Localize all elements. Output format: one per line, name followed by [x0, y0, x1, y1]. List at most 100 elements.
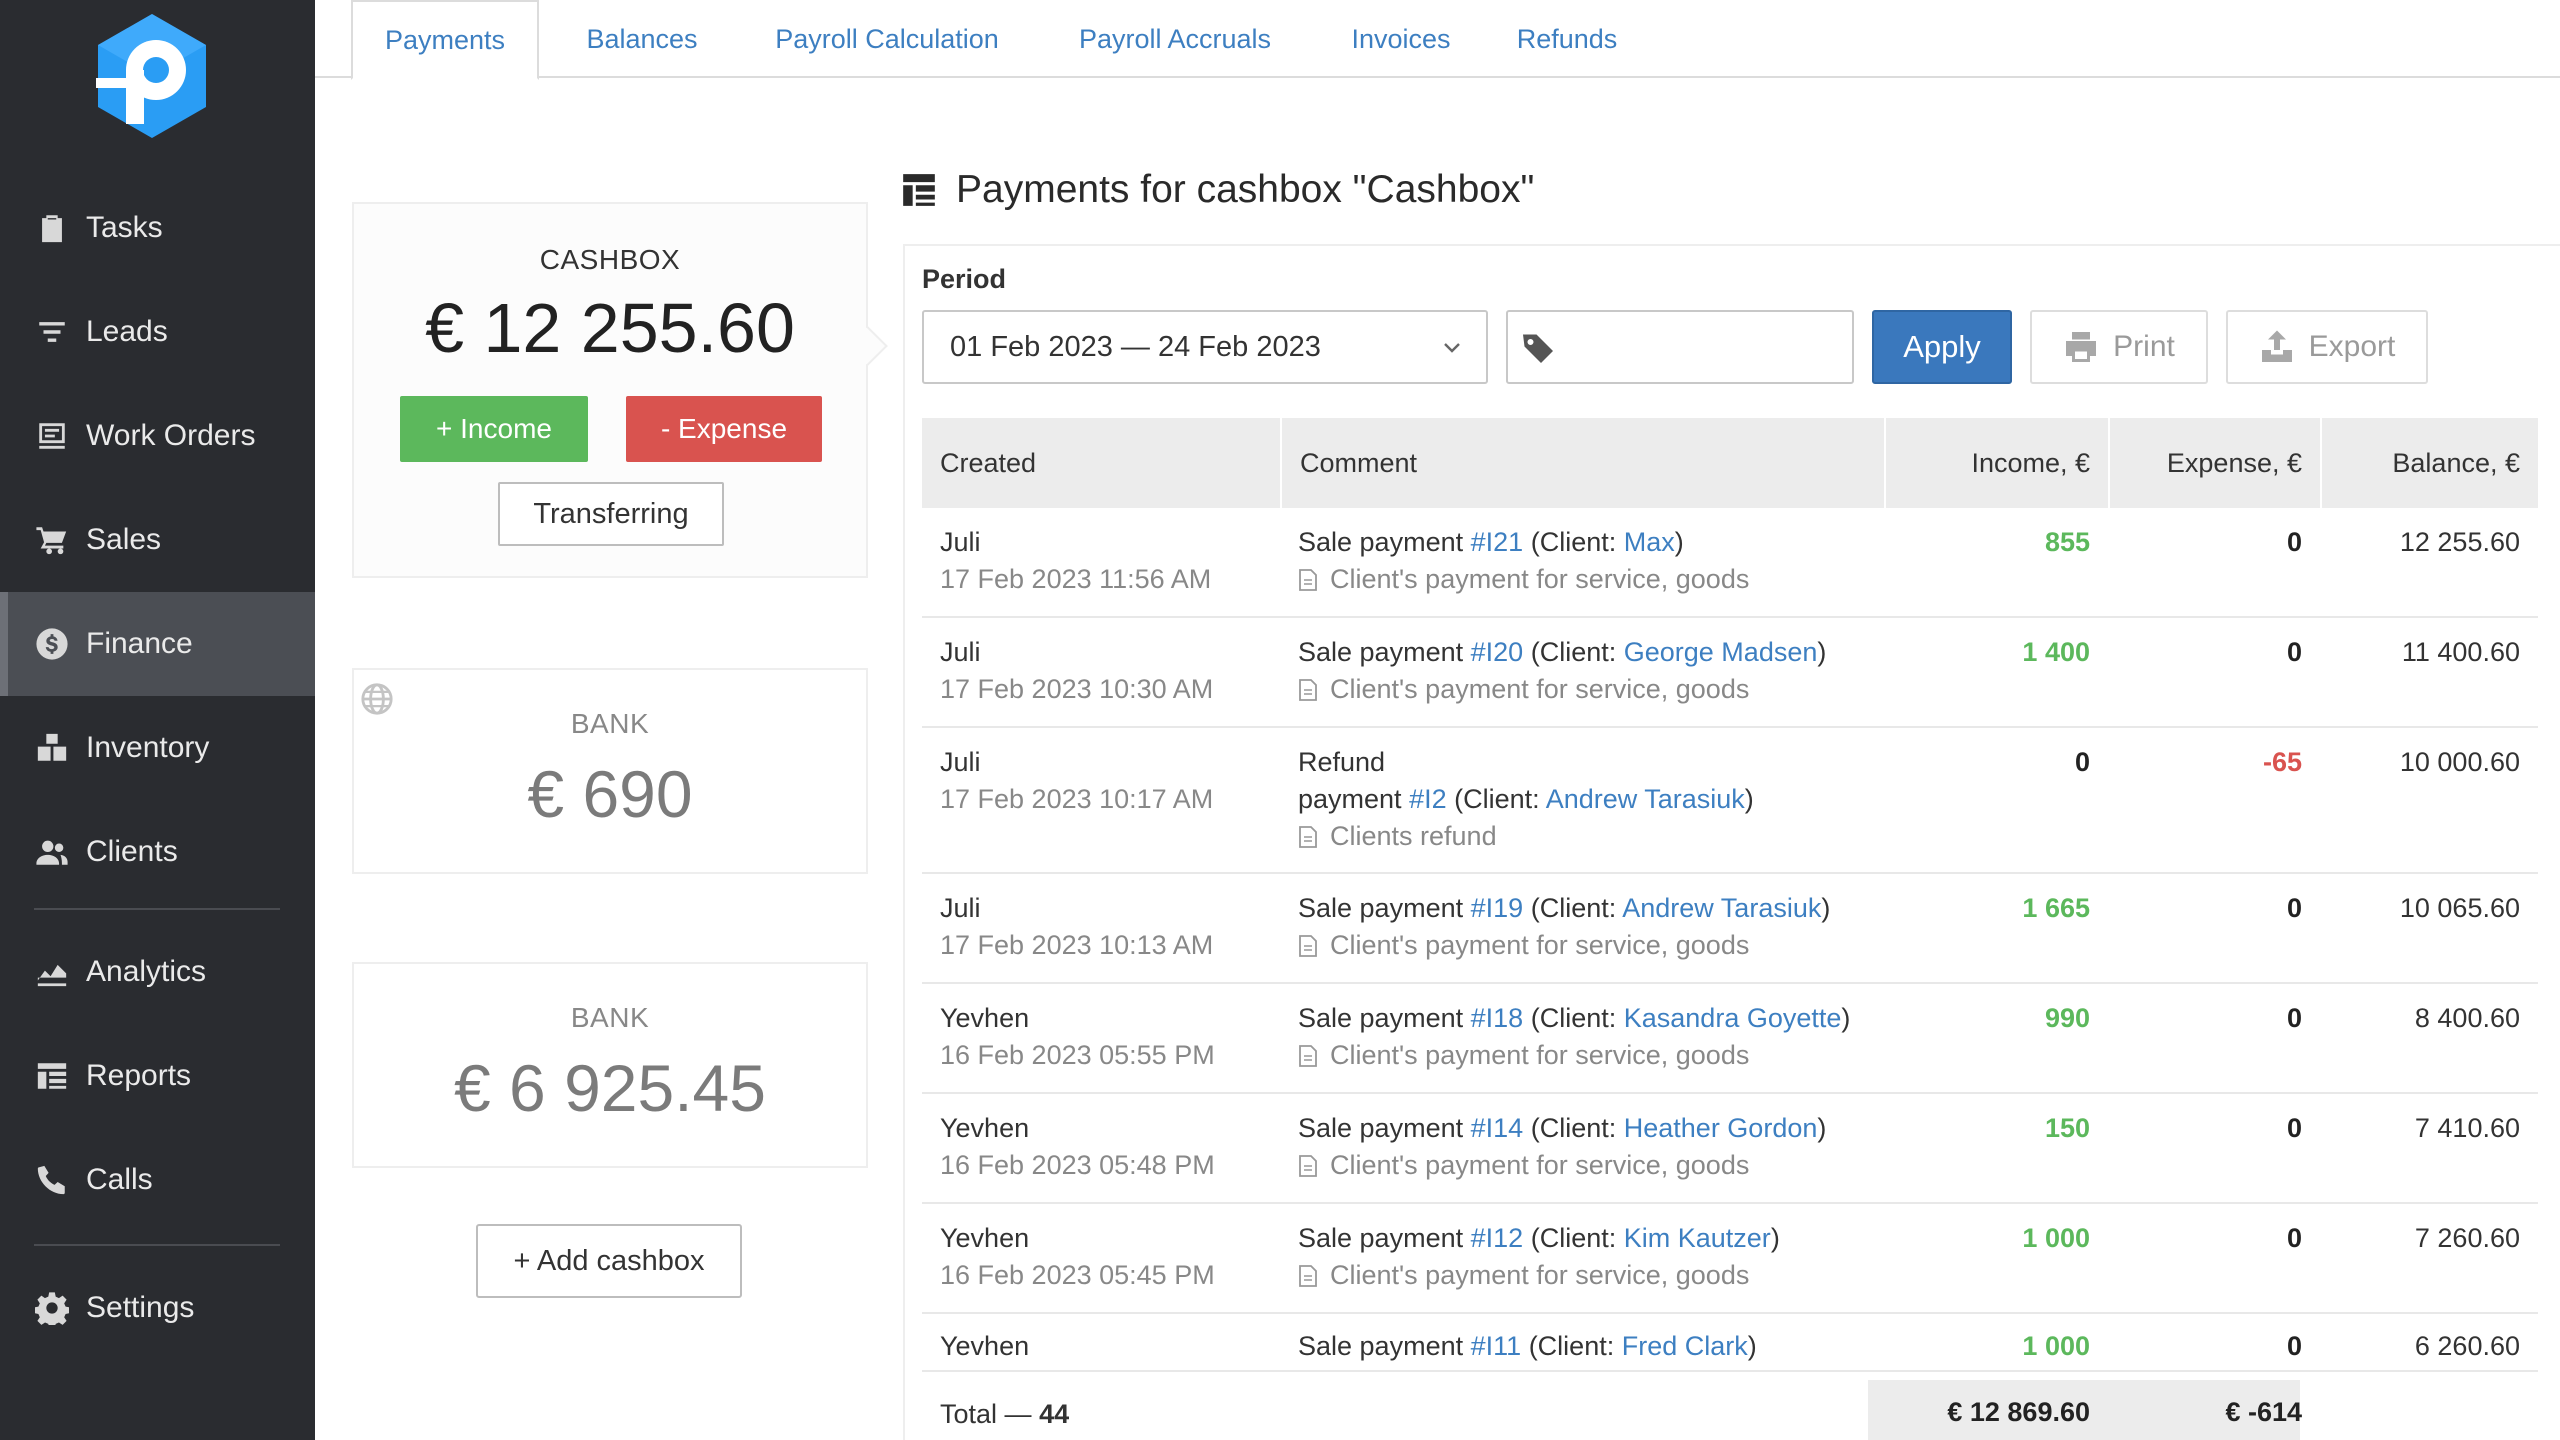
row-balance: 7 260.60	[2414, 1223, 2520, 1253]
row-balance: 7 410.60	[2414, 1113, 2520, 1143]
column-comment[interactable]: Comment	[1280, 418, 1884, 508]
payment-link[interactable]: #I11	[1471, 1331, 1522, 1361]
bank-amount: € 690	[527, 757, 693, 831]
row-income: 1 665	[2022, 893, 2090, 923]
table-row[interactable]: Yevhen 16 Feb 2023 05:45 PM Sale payment…	[922, 1204, 2538, 1314]
row-expense: 0	[2286, 1223, 2302, 1253]
payment-link[interactable]: #I12	[1471, 1223, 1524, 1253]
client-link[interactable]: Andrew Tarasiuk	[1622, 893, 1821, 923]
row-balance: 10 065.60	[2399, 893, 2520, 923]
printer-icon	[2066, 332, 2097, 362]
finance-tabs: Payments Balances Payroll Calculation Pa…	[315, 0, 2560, 80]
cashbox-card[interactable]: CASHBOX € 12 255.60 + Income - Expense T…	[352, 202, 888, 578]
app-logo-icon[interactable]	[92, 12, 212, 140]
row-comment: Sale payment #I21 (Client: Max)	[1298, 527, 1684, 557]
row-income: 0	[2074, 747, 2090, 777]
table-row[interactable]: Juli 17 Feb 2023 10:30 AM Sale payment #…	[922, 618, 2538, 728]
table-header: Created Comment Income, € Expense, € Bal…	[922, 418, 2538, 508]
tab-payroll-calculation[interactable]: Payroll Calculation	[745, 0, 1029, 78]
apply-button[interactable]: Apply	[1872, 310, 2012, 384]
print-button[interactable]: Print	[2030, 310, 2208, 384]
sidebar-item-calls[interactable]: Calls	[0, 1128, 315, 1232]
payment-link[interactable]: #I14	[1471, 1113, 1524, 1143]
tab-payments[interactable]: Payments	[351, 0, 539, 80]
globe-icon	[360, 682, 394, 716]
row-user: Yevhen	[940, 1223, 1030, 1253]
tab-balances[interactable]: Balances	[555, 0, 729, 78]
sidebar-item-settings[interactable]: Settings	[0, 1256, 315, 1360]
document-icon	[1299, 1155, 1317, 1177]
tab-invoices[interactable]: Invoices	[1321, 0, 1481, 78]
income-button[interactable]: + Income	[400, 396, 588, 462]
client-link[interactable]: Max	[1624, 527, 1675, 557]
row-income: 990	[2044, 1003, 2090, 1033]
row-note: Client's payment for service, goods	[1298, 1037, 1749, 1074]
add-cashbox-button[interactable]: + Add cashbox	[476, 1224, 742, 1298]
row-comment: Sale payment #I14 (Client: Heather Gordo…	[1298, 1113, 1827, 1143]
transferring-button[interactable]: Transferring	[498, 482, 724, 546]
payment-link[interactable]: #I20	[1471, 637, 1524, 667]
export-button[interactable]: Export	[2226, 310, 2428, 384]
column-created[interactable]: Created	[940, 418, 1280, 508]
row-expense: 0	[2286, 1331, 2302, 1361]
client-link[interactable]: Fred Clark	[1622, 1331, 1748, 1361]
row-balance: 6 260.60	[2414, 1331, 2520, 1361]
client-link[interactable]: Kasandra Goyette	[1624, 1003, 1842, 1033]
users-icon	[34, 834, 70, 870]
sidebar-item-leads[interactable]: Leads	[0, 280, 315, 384]
payment-link[interactable]: #I19	[1471, 893, 1524, 923]
sidebar-item-work-orders[interactable]: Work Orders	[0, 384, 315, 488]
tab-payroll-accruals[interactable]: Payroll Accruals	[1045, 0, 1305, 78]
payment-link[interactable]: #I18	[1471, 1003, 1524, 1033]
dollar-icon	[34, 626, 70, 662]
bank-card[interactable]: BANK € 6 925.45	[352, 962, 868, 1168]
row-user: Juli	[940, 527, 981, 557]
tag-icon	[1523, 334, 1553, 363]
bank-card[interactable]: BANK € 690	[352, 668, 868, 874]
cashbox-title: CASHBOX	[539, 244, 681, 275]
export-icon	[2261, 330, 2292, 362]
sidebar-item-sales[interactable]: Sales	[0, 488, 315, 592]
table-row[interactable]: Yevhen 16 Feb 2023 05:48 PM Sale payment…	[922, 1094, 2538, 1204]
column-balance[interactable]: Balance, €	[2320, 418, 2538, 508]
sidebar-item-finance[interactable]: Finance	[0, 592, 315, 696]
tab-refunds[interactable]: Refunds	[1491, 0, 1643, 78]
row-expense: 0	[2286, 893, 2302, 923]
table-row[interactable]: Yevhen 16 Feb 2023 05:55 PM Sale payment…	[922, 984, 2538, 1094]
client-link[interactable]: George Madsen	[1624, 637, 1818, 667]
row-balance: 8 400.60	[2414, 1003, 2520, 1033]
sidebar-item-clients[interactable]: Clients	[0, 800, 315, 904]
row-expense: 0	[2286, 527, 2302, 557]
sidebar-item-reports[interactable]: Reports	[0, 1024, 315, 1128]
sidebar-item-analytics[interactable]: Analytics	[0, 920, 315, 1024]
row-note: Client's payment for service, goods	[1298, 1257, 1749, 1294]
client-link[interactable]: Andrew Tarasiuk	[1546, 784, 1745, 814]
client-link[interactable]: Kim Kautzer	[1624, 1223, 1771, 1253]
row-income: 1 400	[2022, 637, 2090, 667]
row-user: Juli	[940, 747, 981, 777]
table-row[interactable]: Yevhen Sale payment #I11 (Client: Fred C…	[922, 1314, 2538, 1372]
document-icon	[1299, 826, 1317, 848]
document-icon	[1299, 679, 1317, 701]
sidebar-item-inventory[interactable]: Inventory	[0, 696, 315, 800]
boxes-icon	[34, 730, 70, 766]
column-income[interactable]: Income, €	[1884, 418, 2108, 508]
row-date: 16 Feb 2023 05:55 PM	[940, 1040, 1215, 1070]
row-note: Client's payment for service, goods	[1298, 927, 1749, 964]
expense-button[interactable]: - Expense	[626, 396, 822, 462]
total-expense: € -614	[2225, 1397, 2302, 1427]
sidebar: Tasks Leads Work Orders Sales Finance In…	[0, 0, 315, 1440]
period-select[interactable]: 01 Feb 2023 — 24 Feb 2023	[922, 310, 1488, 384]
tag-filter-input[interactable]	[1506, 310, 1854, 384]
client-link[interactable]: Heather Gordon	[1624, 1113, 1818, 1143]
table-row[interactable]: Juli 17 Feb 2023 11:56 AM Sale payment #…	[922, 508, 2538, 618]
row-expense: 0	[2286, 1113, 2302, 1143]
payment-link[interactable]: #I21	[1471, 527, 1524, 557]
table-row[interactable]: Juli 17 Feb 2023 10:13 AM Sale payment #…	[922, 874, 2538, 984]
table-row[interactable]: Juli 17 Feb 2023 10:17 AM Refund payment…	[922, 728, 2538, 874]
row-comment-type: Refund	[1298, 747, 1386, 777]
sidebar-item-tasks[interactable]: Tasks	[0, 176, 315, 280]
payment-link[interactable]: #I2	[1409, 784, 1447, 814]
column-expense[interactable]: Expense, €	[2108, 418, 2320, 508]
row-comment: Sale payment #I11 (Client: Fred Clark)	[1298, 1331, 1757, 1361]
